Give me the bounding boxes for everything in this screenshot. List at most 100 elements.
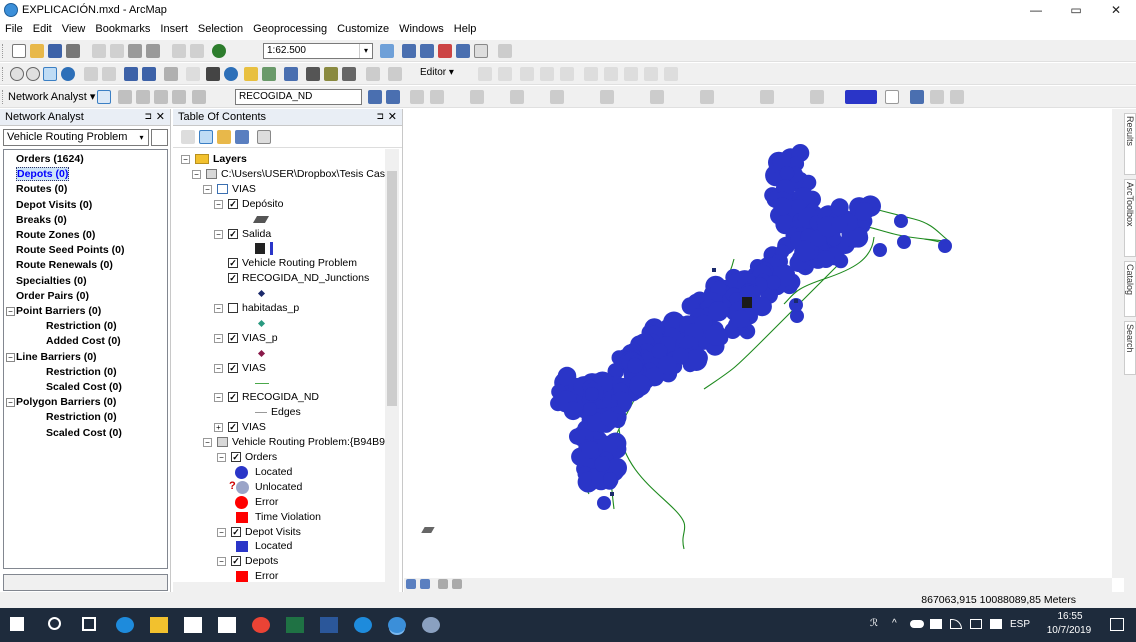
layer-visibility-checkbox[interactable]: ✓ — [228, 392, 238, 403]
toc-expander[interactable]: − — [214, 363, 223, 373]
map-view[interactable] — [404, 109, 1112, 578]
analysis-properties-button[interactable] — [151, 129, 168, 146]
keyboard-icon[interactable] — [990, 619, 1002, 629]
layer-visibility-checkbox[interactable]: ✓ — [228, 422, 238, 433]
close-icon[interactable]: ✕ — [388, 110, 397, 123]
delete-icon[interactable] — [146, 44, 160, 58]
python-window-icon[interactable] — [474, 44, 488, 58]
undo-icon[interactable] — [172, 44, 186, 58]
layer-visibility-checkbox[interactable]: ✓ — [231, 556, 241, 567]
toc-expander[interactable]: − — [203, 438, 212, 448]
georeference-icon[interactable] — [430, 90, 444, 104]
people-icon[interactable]: ℛ — [870, 618, 878, 629]
catalog-icon[interactable] — [420, 44, 434, 58]
toc-layer-label[interactable]: VIAS — [232, 183, 256, 195]
edge-browser-icon[interactable] — [116, 617, 134, 633]
map-scale-combo[interactable]: 1:62.500 ▾ — [263, 43, 373, 59]
construction-tools-icon[interactable] — [560, 67, 574, 81]
toc-layer-label[interactable]: VIAS_p — [242, 332, 278, 344]
toc-layer-label[interactable]: Depot Visits — [245, 526, 301, 538]
paste-icon[interactable] — [128, 44, 142, 58]
close-button[interactable]: ✕ — [1096, 0, 1136, 20]
toc-layer-label[interactable]: RECOGIDA_ND_Junctions — [242, 272, 369, 284]
toolbar-grip[interactable] — [2, 44, 4, 58]
file-explorer-icon[interactable] — [150, 617, 168, 633]
na-tree-item[interactable]: Added Cost (0) — [46, 335, 121, 347]
results-tab[interactable]: Results — [1124, 113, 1136, 175]
list-by-drawing-order-icon[interactable] — [181, 130, 195, 144]
add-data-icon[interactable] — [212, 44, 226, 58]
menu-bookmarks[interactable]: Bookmarks — [90, 20, 155, 35]
tracking-tools-icon[interactable] — [650, 90, 664, 104]
toc-layer-label[interactable]: Salida — [242, 228, 271, 240]
toc-options-icon[interactable] — [257, 130, 271, 144]
toc-expander[interactable]: − — [214, 304, 223, 313]
volume-icon[interactable] — [970, 619, 982, 629]
clock-time[interactable]: 16:55 — [1050, 611, 1090, 622]
editor-menu[interactable]: Editor ▾ — [420, 67, 454, 78]
toc-expander[interactable]: − — [214, 333, 223, 343]
search-tab[interactable]: Search — [1124, 321, 1136, 375]
na-tree-item[interactable]: Breaks (0) — [16, 214, 67, 226]
mail-icon[interactable] — [218, 617, 236, 633]
store-icon[interactable] — [184, 617, 202, 633]
na-tree-item[interactable]: Routes (0) — [16, 183, 67, 195]
full-extent-icon[interactable] — [61, 67, 75, 81]
attributes-icon[interactable] — [624, 67, 638, 81]
identify-icon[interactable] — [224, 67, 238, 81]
excel-icon[interactable] — [286, 617, 304, 633]
layout-tools-icon[interactable] — [600, 90, 614, 104]
toc-layer-label[interactable]: C:\Users\USER\Dropbox\Tesis Casc — [221, 168, 385, 180]
toc-expander[interactable]: − — [217, 557, 226, 567]
layer-visibility-checkbox[interactable]: ✓ — [228, 198, 238, 209]
pan-icon[interactable] — [43, 67, 57, 81]
toc-expander[interactable]: − — [214, 393, 223, 403]
na-tree-item[interactable]: Restriction (0) — [46, 366, 117, 378]
split-tool-icon[interactable] — [584, 67, 598, 81]
layout-view-icon[interactable] — [406, 579, 416, 589]
save-icon[interactable] — [48, 44, 62, 58]
na-tree-item[interactable]: Scaled Cost (0) — [46, 427, 122, 439]
toc-layer-label[interactable]: VIAS — [242, 421, 266, 433]
time-slider-icon[interactable] — [366, 67, 380, 81]
draw-tools-icon[interactable] — [910, 90, 924, 104]
map-canvas[interactable] — [404, 109, 1112, 578]
toolbar-grip[interactable] — [2, 67, 4, 81]
menu-customize[interactable]: Customize — [332, 20, 394, 35]
toc-expander[interactable]: − — [214, 199, 223, 209]
endpoint-arc-icon[interactable] — [540, 67, 554, 81]
na-tree-item[interactable]: Restriction (0) — [46, 320, 117, 332]
toc-layer-label[interactable]: habitadas_p — [242, 302, 299, 314]
na-tree-item[interactable]: Scaled Cost (0) — [46, 381, 122, 393]
editor-toolbar-icon[interactable] — [380, 44, 394, 58]
find-route-icon[interactable] — [324, 67, 338, 81]
toc-expander[interactable]: + — [214, 423, 223, 433]
chrome-icon[interactable] — [252, 617, 270, 633]
create-network-location-icon[interactable] — [118, 90, 132, 104]
toc-expander[interactable]: − — [192, 169, 201, 179]
na-tree-item[interactable]: Point Barriers (0) — [16, 305, 101, 317]
labeling-icon[interactable] — [950, 90, 964, 104]
show-hidden-icons-icon[interactable]: ^ — [892, 618, 897, 629]
search-icon[interactable] — [48, 617, 61, 630]
na-tree-item[interactable]: Route Seed Points (0) — [16, 244, 125, 256]
task-view-icon[interactable] — [82, 617, 96, 631]
na-tree-item[interactable]: Specialties (0) — [16, 275, 87, 287]
select-features-icon[interactable] — [164, 67, 178, 81]
layer-visibility-checkbox[interactable]: ✓ — [228, 273, 238, 284]
cut-icon[interactable] — [92, 44, 106, 58]
network-properties-icon[interactable] — [386, 90, 400, 104]
toolbar-grip[interactable] — [2, 90, 4, 104]
pin-icon[interactable]: ⊐ — [144, 111, 152, 122]
word-icon[interactable] — [320, 617, 338, 633]
na-tree-item[interactable]: Polygon Barriers (0) — [16, 396, 116, 408]
toc-layer-label[interactable]: VIAS — [242, 362, 266, 374]
fixed-zoom-out-icon[interactable] — [102, 67, 116, 81]
layer-visibility-checkbox[interactable]: ✓ — [228, 228, 238, 239]
solve-icon[interactable] — [172, 90, 186, 104]
menu-view[interactable]: View — [57, 20, 91, 35]
pin-icon[interactable]: ⊐ — [376, 111, 384, 122]
toc-layer-label[interactable]: Vehicle Routing Problem:{B94B9C1 — [232, 436, 385, 448]
menu-edit[interactable]: Edit — [28, 20, 57, 35]
new-document-icon[interactable] — [12, 44, 26, 58]
